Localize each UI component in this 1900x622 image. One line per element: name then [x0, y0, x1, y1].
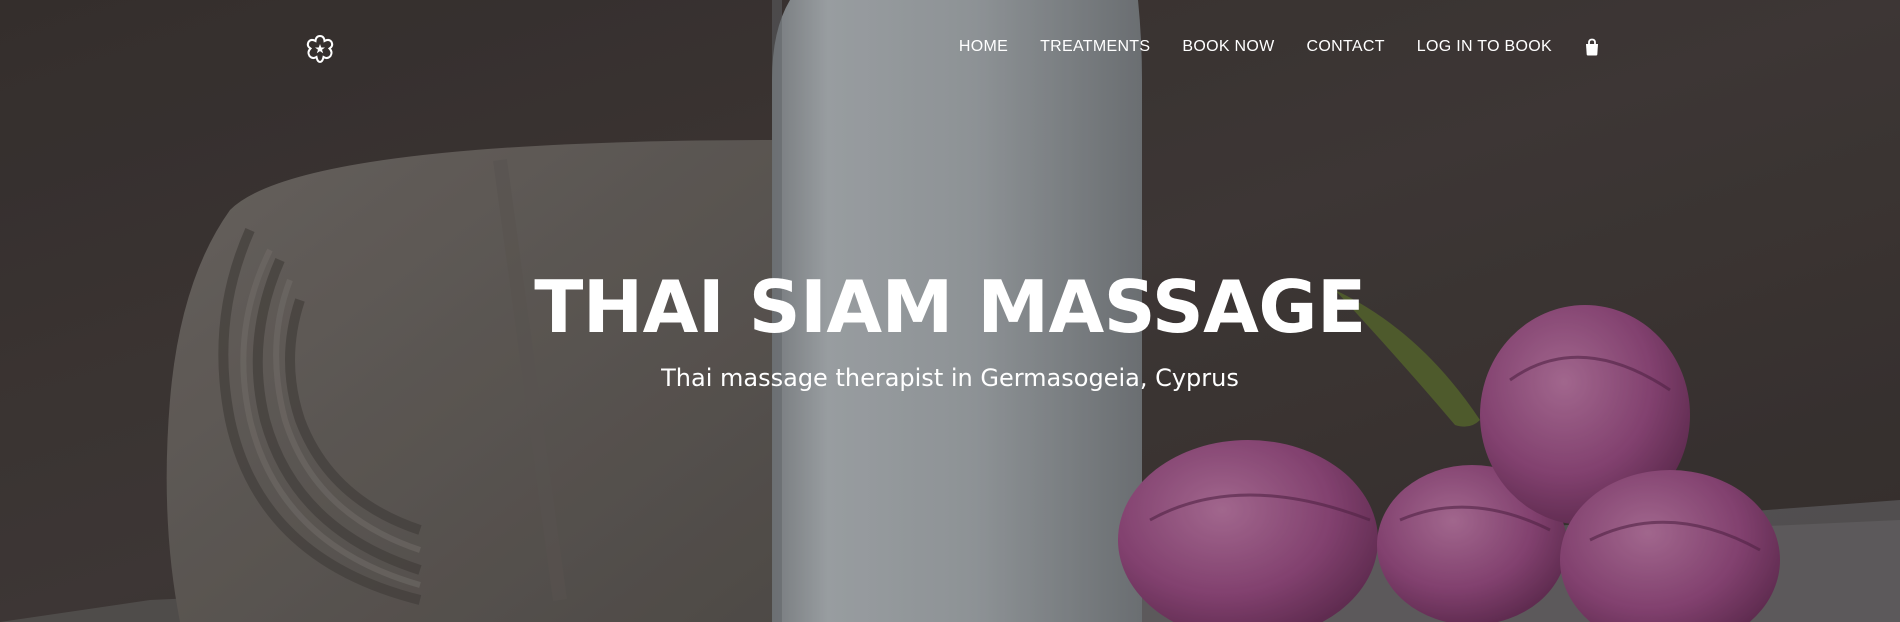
hero-content: THAI SIAM MASSAGE Thai massage therapist… — [0, 262, 1900, 394]
flower-icon — [306, 34, 334, 64]
nav-treatments[interactable]: TREATMENTS — [1040, 38, 1150, 56]
cart-button[interactable] — [1584, 38, 1600, 56]
shopping-bag-icon — [1586, 38, 1598, 56]
nav-home[interactable]: HOME — [959, 38, 1008, 56]
main-nav: HOME TREATMENTS BOOK NOW CONTACT LOG IN … — [959, 36, 1600, 58]
logo-link[interactable] — [304, 33, 336, 65]
nav-log-in-to-book[interactable]: LOG IN TO BOOK — [1417, 38, 1552, 56]
hero-title: THAI SIAM MASSAGE — [534, 265, 1366, 349]
site-header: HOME TREATMENTS BOOK NOW CONTACT LOG IN … — [0, 0, 1900, 96]
hero-subtitle: Thai massage therapist in Germasogeia, C… — [661, 364, 1239, 392]
hero-section: HOME TREATMENTS BOOK NOW CONTACT LOG IN … — [0, 0, 1900, 622]
nav-book-now[interactable]: BOOK NOW — [1182, 38, 1274, 56]
nav-contact[interactable]: CONTACT — [1307, 38, 1385, 56]
